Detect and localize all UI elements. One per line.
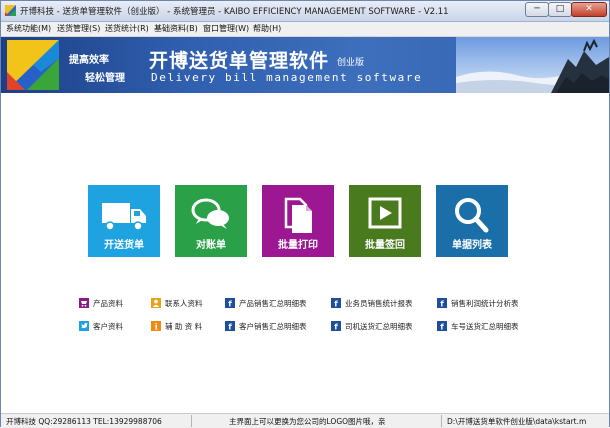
link-label: 辅 助 资 料 [165, 322, 203, 331]
menu-statistics[interactable]: 送货统计(R) [105, 23, 149, 34]
svg-text:f: f [228, 299, 232, 308]
tile-statement[interactable]: 对账单 [175, 185, 247, 257]
link-label: 车号送货汇总明细表 [451, 322, 519, 331]
link-label: 联系人资料 [165, 299, 203, 308]
link-label: 业务员销售统计报表 [345, 299, 413, 308]
menu-bar: 系统功能(M) 送货管理(S) 送货统计(R) 基础资料(B) 窗口管理(W) … [1, 22, 609, 37]
tile-label: 开送货单 [104, 240, 144, 251]
report-icon: f [225, 298, 235, 308]
product-title: 开博送货单管理软件 [149, 50, 330, 72]
maximize-button[interactable]: □ [548, 2, 572, 17]
tile-label: 批量打印 [278, 240, 318, 251]
close-button[interactable]: ✕ [571, 2, 607, 17]
slogan-line2: 轻松管理 [85, 73, 125, 84]
menu-delivery[interactable]: 送货管理(S) [57, 23, 100, 34]
tile-batch-signback[interactable]: 批量签回 [349, 185, 421, 257]
report-icon: f [225, 321, 235, 331]
link-label: 客户资料 [93, 322, 123, 331]
tile-batch-print[interactable]: 批量打印 [262, 185, 334, 257]
person-icon [151, 298, 161, 308]
tile-new-delivery[interactable]: 开送货单 [88, 185, 160, 257]
status-company-contact: 开博科技 QQ:29286113 TEL:13929988706 [6, 417, 162, 426]
app-logo-icon [5, 5, 16, 16]
link-driver-delivery-summary[interactable]: f 司机送货汇总明细表 [331, 321, 413, 332]
link-customer-data[interactable]: 客户资料 [79, 321, 123, 332]
window-title: 开博科技 - 送货单管理软件（创业版） - 系统管理员 - KAIBO EFFI… [20, 7, 449, 17]
link-product-sales-summary[interactable]: f 产品销售汇总明细表 [225, 298, 307, 309]
menu-window[interactable]: 窗口管理(W) [203, 23, 249, 34]
report-icon: f [331, 298, 341, 308]
report-icon: f [437, 321, 447, 331]
link-label: 产品资料 [93, 299, 123, 308]
mountain-scenery-image [456, 37, 609, 93]
link-product-data[interactable]: 产品资料 [79, 298, 123, 309]
link-label: 客户销售汇总明细表 [239, 322, 307, 331]
status-divider [191, 415, 192, 427]
link-auxiliary-data[interactable]: i辅 助 资 料 [151, 321, 202, 332]
minimize-button[interactable]: ─ [525, 2, 549, 17]
title-bar[interactable]: 开博科技 - 送货单管理软件（创业版） - 系统管理员 - KAIBO EFFI… [1, 1, 609, 22]
link-label: 销售利润统计分析表 [451, 299, 519, 308]
link-salesman-report[interactable]: f 业务员销售统计报表 [331, 298, 413, 309]
link-contact-data[interactable]: 联系人资料 [151, 298, 203, 309]
slogan-line1: 提高效率 [69, 55, 109, 66]
header-banner: 提高效率 轻松管理 开博送货单管理软件 创业版 Delivery bill ma… [1, 37, 609, 93]
menu-system[interactable]: 系统功能(M) [6, 23, 51, 34]
status-tip: 主界面上可以更换为您公司的LOGO图片哦，亲 [229, 417, 386, 426]
svg-text:i: i [155, 322, 158, 332]
tile-bill-list[interactable]: 单据列表 [436, 185, 508, 257]
product-edition: 创业版 [337, 58, 365, 68]
link-label: 产品销售汇总明细表 [239, 299, 307, 308]
report-icon: f [331, 321, 341, 331]
status-data-path: D:\开博送货单软件创业版\data\kstart.m [447, 417, 587, 426]
menu-help[interactable]: 帮助(H) [253, 23, 281, 34]
info-icon: i [151, 321, 161, 331]
svg-text:f: f [334, 299, 338, 308]
tile-label: 对账单 [196, 240, 226, 251]
menu-basic-data[interactable]: 基础资料(B) [154, 23, 198, 34]
status-divider [441, 415, 442, 427]
tile-label: 批量签回 [365, 240, 405, 251]
bird-icon [79, 321, 89, 331]
svg-text:f: f [440, 299, 444, 308]
svg-text:f: f [440, 322, 444, 331]
svg-text:f: f [334, 322, 338, 331]
link-profit-analysis[interactable]: f 销售利润统计分析表 [437, 298, 519, 309]
status-bar: 开博科技 QQ:29286113 TEL:13929988706 主界面上可以更… [1, 413, 609, 428]
product-subtitle: Delivery bill management software [151, 71, 423, 84]
link-customer-sales-summary[interactable]: f 客户销售汇总明细表 [225, 321, 307, 332]
company-logo-icon [7, 40, 59, 90]
link-label: 司机送货汇总明细表 [345, 322, 413, 331]
tile-label: 单据列表 [452, 240, 492, 251]
cart-icon [79, 298, 89, 308]
link-vehicle-delivery-summary[interactable]: f 车号送货汇总明细表 [437, 321, 519, 332]
application-window: 开博科技 - 送货单管理软件（创业版） - 系统管理员 - KAIBO EFFI… [0, 0, 610, 428]
report-icon: f [437, 298, 447, 308]
svg-text:f: f [228, 322, 232, 331]
